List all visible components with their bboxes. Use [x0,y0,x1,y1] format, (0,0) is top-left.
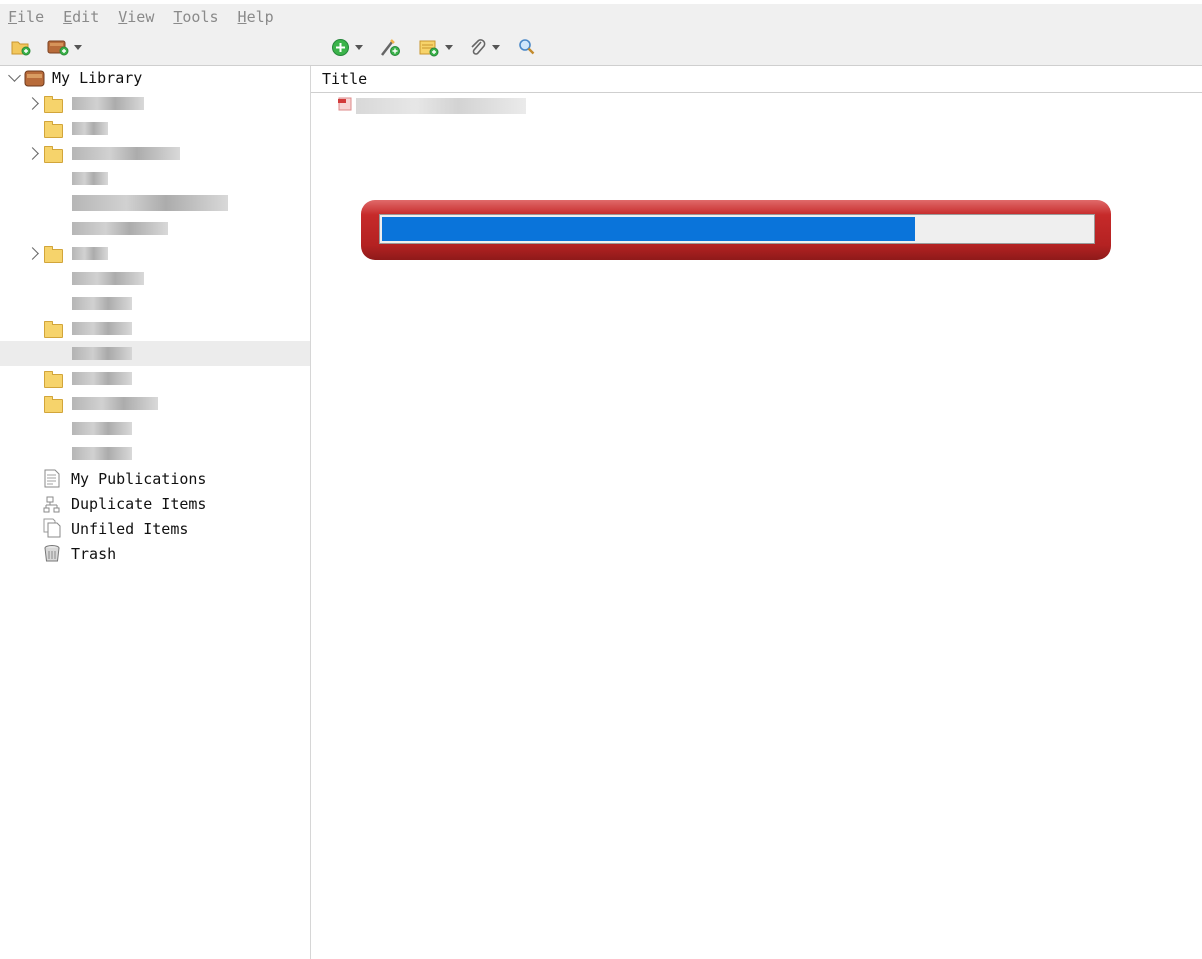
trash-row[interactable]: Trash [0,541,310,566]
toolbar [0,30,1202,66]
folder-icon [44,371,63,388]
collection-item-selected[interactable] [0,341,310,366]
collection-item[interactable] [0,291,310,316]
my-publications-label: My Publications [71,470,207,488]
my-library-row[interactable]: My Library [0,66,310,91]
menu-view[interactable]: View [118,8,154,26]
new-collection-button[interactable] [11,37,31,57]
chevron-down-icon [74,44,82,50]
collection-item[interactable] [0,166,310,191]
redacted-label [72,397,158,410]
folder-icon [44,321,63,338]
chevron-down-icon [492,44,500,50]
new-library-icon [47,40,69,56]
redacted-label [72,372,132,385]
progress-dialog [361,200,1111,260]
redacted-label [72,422,132,435]
menu-edit[interactable]: Edit [63,8,99,26]
redacted-label [72,347,132,360]
folder-icon [44,96,63,113]
chevron-right-icon[interactable] [26,147,39,160]
redacted-label [72,247,108,260]
new-item-button[interactable] [331,37,363,57]
title-column-header[interactable]: Title [311,66,1202,93]
my-library-label: My Library [52,69,143,87]
collection-item[interactable] [0,216,310,241]
redacted-label [72,122,108,135]
redacted-label [72,447,132,460]
redacted-label [72,147,180,160]
new-collection-icon [11,41,31,56]
chevron-down-icon[interactable] [8,69,21,82]
add-attachment-button[interactable] [469,37,500,57]
title-column-label: Title [322,70,368,88]
redacted-label [72,195,228,211]
new-note-icon [419,40,439,56]
folder-icon [44,121,63,138]
items-pane: Title [311,66,1202,959]
new-item-icon [332,38,349,56]
collection-item[interactable] [0,366,310,391]
progress-bar-fill [382,217,915,241]
trash-label: Trash [71,545,117,563]
menu-help[interactable]: Help [238,8,274,26]
collection-item[interactable] [0,316,310,341]
menu-tools[interactable]: Tools [173,8,218,26]
redacted-label [72,322,132,335]
new-library-button[interactable] [47,37,82,57]
menu-file[interactable]: File [8,8,44,26]
library-icon [24,70,45,87]
advanced-search-icon [519,39,535,55]
collection-item[interactable] [0,441,310,466]
trash-icon [44,545,60,562]
pdf-icon [338,97,352,111]
duplicate-items-icon [43,496,60,513]
menu-bar: File Edit View Tools Help [0,4,1202,30]
redacted-title [356,98,526,114]
redacted-label [72,272,144,285]
advanced-search-button[interactable] [518,37,536,57]
folder-icon [44,246,63,263]
unfiled-items-row[interactable]: Unfiled Items [0,516,310,541]
chevron-down-icon [355,44,363,50]
collection-item[interactable] [0,91,310,116]
item-row[interactable] [311,93,1202,117]
redacted-label [72,97,144,110]
folder-icon [44,396,63,413]
collection-item[interactable] [0,141,310,166]
collection-item[interactable] [0,241,310,266]
redacted-label [72,172,108,185]
collection-item[interactable] [0,116,310,141]
add-by-identifier-icon [381,38,400,56]
new-note-button[interactable] [419,37,453,57]
redacted-label [72,297,132,310]
duplicate-items-label: Duplicate Items [71,495,207,513]
chevron-right-icon[interactable] [26,97,39,110]
collection-item[interactable] [0,266,310,291]
document-icon [44,469,60,488]
collection-item[interactable] [0,391,310,416]
collections-pane: My Library My Publications Duplicate Ite… [0,66,311,959]
chevron-right-icon[interactable] [26,247,39,260]
attachment-icon [471,38,486,55]
my-publications-row[interactable]: My Publications [0,466,310,491]
unfiled-items-icon [43,518,61,538]
add-by-identifier-button[interactable] [380,37,401,57]
unfiled-items-label: Unfiled Items [71,520,189,538]
redacted-label [72,222,168,235]
collection-item[interactable] [0,416,310,441]
chevron-down-icon [445,44,453,50]
collection-item[interactable] [0,191,310,216]
duplicate-items-row[interactable]: Duplicate Items [0,491,310,516]
progress-track [379,214,1095,244]
folder-icon [44,146,63,163]
